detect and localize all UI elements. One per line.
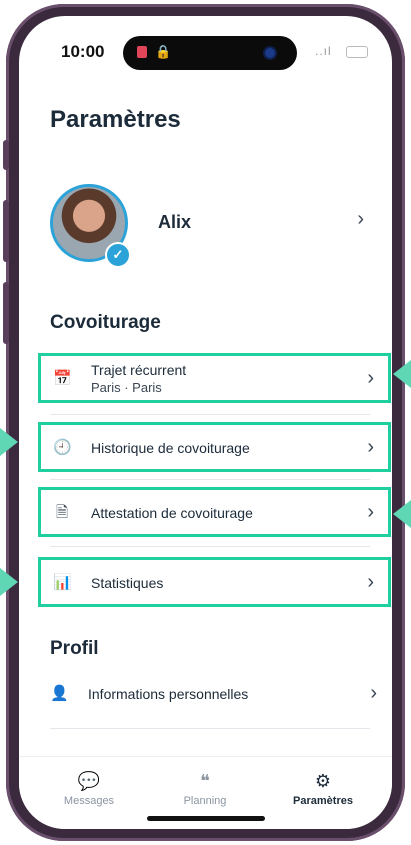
- menu-item-subtitle: Paris · Paris: [91, 380, 162, 395]
- app-activity-icon: [137, 46, 147, 58]
- chevron-right-icon: ›: [367, 367, 374, 389]
- chevron-right-icon: ›: [367, 436, 374, 458]
- dynamic-island: 🔒: [123, 36, 297, 70]
- home-indicator[interactable]: [147, 816, 265, 821]
- phone-volume-down: [3, 282, 9, 344]
- chevron-right-icon: ›: [367, 571, 374, 593]
- document-icon: 🗎: [55, 504, 69, 521]
- menu-item-label: Attestation de covoiturage: [91, 505, 253, 521]
- status-time: 10:00: [61, 42, 105, 61]
- menu-item-label: Trajet récurrent: [91, 362, 187, 378]
- planning-icon: ❝: [200, 771, 210, 791]
- chevron-right-icon: ›: [367, 501, 374, 523]
- bar-chart-icon: 📊: [53, 574, 72, 591]
- divider: [50, 414, 370, 415]
- chat-icon: 💬: [77, 771, 101, 791]
- tab-label: Planning: [183, 795, 227, 807]
- menu-item-statistiques[interactable]: 📊 Statistiques ›: [38, 557, 391, 607]
- menu-item-informations-personnelles[interactable]: 👤 Informations personnelles ›: [38, 671, 391, 721]
- calendar-clock-icon: 📅: [53, 370, 72, 387]
- phone-side-button: [3, 140, 9, 170]
- divider: [50, 546, 370, 547]
- page-title: Paramètres: [50, 106, 181, 133]
- profile-row[interactable]: ✓ Alix ›: [50, 184, 370, 268]
- chevron-right-icon: ›: [357, 208, 364, 230]
- signal-icon: ..ıl: [315, 44, 332, 58]
- tab-label: Messages: [63, 795, 115, 807]
- divider: [50, 728, 370, 729]
- verified-badge-icon: ✓: [105, 242, 131, 268]
- tab-planning[interactable]: ❝ Planning: [155, 771, 255, 807]
- gear-icon: ⚙: [314, 771, 332, 791]
- status-bar: 10:00 🔒 ..ıl: [19, 16, 392, 76]
- menu-item-attestation[interactable]: 🗎 Attestation de covoiturage ›: [38, 487, 391, 537]
- clock-icon: 🕘: [53, 439, 72, 456]
- lock-icon: 🔒: [155, 44, 172, 59]
- tab-label: Paramètres: [293, 795, 353, 807]
- menu-item-historique[interactable]: 🕘 Historique de covoiturage ›: [38, 422, 391, 472]
- phone-screen: 10:00 🔒 ..ıl Paramètres ✓ Alix › Covoitu…: [19, 16, 392, 829]
- section-title-profil: Profil: [50, 638, 99, 659]
- divider: [50, 479, 370, 480]
- person-icon: 👤: [50, 685, 69, 702]
- menu-item-trajet-recurrent[interactable]: 📅 Trajet récurrent Paris · Paris ›: [38, 353, 391, 403]
- battery-icon: [346, 46, 368, 58]
- tab-messages[interactable]: 💬 Messages: [39, 771, 139, 807]
- section-title-covoiturage: Covoiturage: [50, 312, 161, 333]
- camera-icon: [265, 48, 275, 58]
- profile-name: Alix: [158, 212, 192, 232]
- chevron-right-icon: ›: [370, 682, 377, 704]
- tab-parametres[interactable]: ⚙ Paramètres: [273, 771, 373, 807]
- menu-item-label: Informations personnelles: [88, 686, 249, 702]
- menu-item-label: Historique de covoiturage: [91, 440, 250, 456]
- phone-volume-up: [3, 200, 9, 262]
- menu-item-label: Statistiques: [91, 575, 164, 591]
